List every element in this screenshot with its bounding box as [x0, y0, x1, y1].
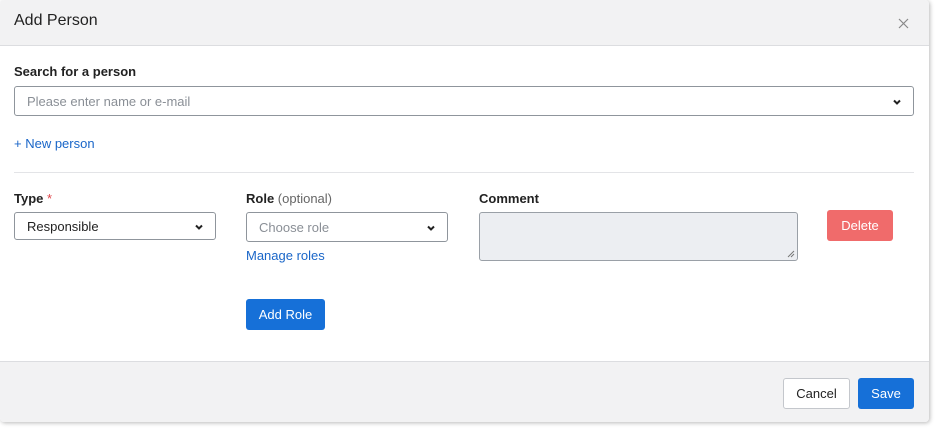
new-person-link[interactable]: + New person: [14, 136, 95, 151]
required-marker: *: [47, 191, 53, 206]
delete-button[interactable]: Delete: [827, 210, 893, 241]
comment-label: Comment: [479, 191, 539, 206]
chevron-down-icon: [427, 225, 435, 231]
add-role-button[interactable]: Add Role: [246, 299, 325, 330]
close-icon: [898, 18, 908, 28]
role-select[interactable]: Choose role: [246, 212, 448, 242]
type-label: Type *: [14, 191, 52, 206]
search-label: Search for a person: [14, 64, 137, 79]
dialog-title: Add Person: [14, 12, 98, 29]
chevron-down-icon: [195, 224, 203, 230]
role-placeholder: Choose role: [259, 219, 330, 235]
type-value: Responsible: [27, 218, 99, 234]
role-optional-hint: (optional): [277, 191, 332, 206]
cancel-button[interactable]: Cancel: [783, 378, 850, 409]
chevron-down-icon: [893, 99, 901, 105]
save-button[interactable]: Save: [858, 378, 914, 409]
role-label: Role (optional): [246, 191, 332, 206]
close-button[interactable]: [893, 13, 913, 33]
comment-textarea[interactable]: [479, 212, 798, 261]
type-label-text: Type: [14, 191, 44, 206]
dialog-header: Add Person: [0, 0, 929, 46]
section-divider: [14, 172, 914, 173]
type-select[interactable]: Responsible: [14, 212, 216, 240]
resize-handle-icon[interactable]: [787, 250, 795, 258]
search-person-select[interactable]: Please enter name or e-mail: [14, 86, 914, 116]
search-placeholder: Please enter name or e-mail: [27, 93, 191, 109]
manage-roles-link[interactable]: Manage roles: [246, 248, 325, 263]
add-person-dialog: Add Person Search for a person Please en…: [0, 0, 929, 422]
role-label-text: Role: [246, 191, 275, 206]
